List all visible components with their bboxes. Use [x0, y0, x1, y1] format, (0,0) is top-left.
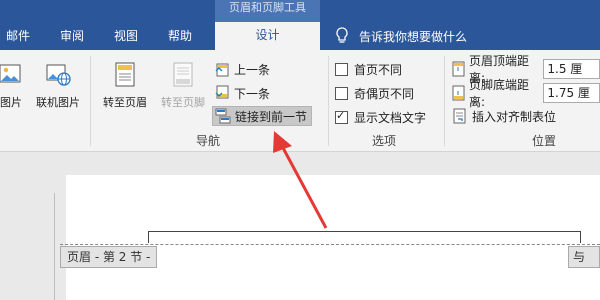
link-to-previous-button[interactable]: 链接到前一节 [212, 106, 313, 126]
footer-position-icon [452, 85, 466, 101]
header-section-tag: 页眉 - 第 2 节 - [60, 246, 158, 268]
tab-review[interactable]: 审阅 [60, 24, 84, 48]
tell-me-search[interactable]: 告诉我你想要做什么 [335, 24, 467, 48]
goto-footer-button[interactable]: 转至页脚 [156, 60, 210, 110]
previous-icon [214, 61, 230, 77]
header-footer-tools-label: 页眉和页脚工具 [215, 0, 320, 22]
picture-label: 图片 [0, 96, 22, 109]
footer-bottom-distance-input[interactable]: 1.75 厘 [543, 83, 600, 103]
group-separator [90, 56, 91, 146]
previous-label: 上一条 [234, 62, 271, 77]
document-page[interactable] [66, 175, 600, 300]
picture-button[interactable]: 图片 [0, 60, 26, 110]
footer-bottom-distance-row: 页脚底端距离: 1.75 厘 [452, 78, 600, 109]
header-position-icon [452, 61, 466, 77]
different-odd-even-checkbox[interactable]: 奇偶页不同 [335, 84, 414, 102]
goto-header-label: 转至页眉 [103, 96, 147, 109]
insert-alignment-tab-label: 插入对齐制表位 [472, 109, 557, 124]
show-document-text-checkbox[interactable]: 显示文档文字 [335, 108, 426, 126]
different-odd-even-box[interactable] [335, 86, 348, 100]
goto-header-button[interactable]: 转至页眉 [96, 60, 154, 110]
different-first-page-box[interactable] [335, 62, 348, 76]
insert-alignment-tab-button[interactable]: 插入对齐制表位 [452, 106, 556, 126]
picture-icon [0, 60, 24, 88]
tab-mailings[interactable]: 邮件 [6, 24, 30, 48]
header-border-line [148, 231, 580, 232]
options-group-label: 选项 [372, 134, 397, 148]
online-picture-icon [45, 60, 71, 88]
position-group-label: 位置 [532, 134, 557, 148]
online-picture-label: 联机图片 [36, 96, 80, 109]
group-separator [328, 56, 329, 146]
link-to-previous-label: 链接到前一节 [235, 109, 308, 124]
show-document-text-box[interactable] [335, 109, 348, 124]
header-border-corner-right [580, 231, 581, 243]
goto-footer-label: 转至页脚 [161, 96, 205, 109]
different-odd-even-label: 奇偶页不同 [354, 86, 415, 101]
lightbulb-icon [335, 27, 349, 45]
next-icon [214, 85, 230, 101]
online-picture-button[interactable]: 联机图片 [30, 60, 86, 110]
navigation-group-label: 导航 [196, 134, 221, 148]
different-first-page-checkbox[interactable]: 首页不同 [335, 60, 402, 78]
show-document-text-label: 显示文档文字 [354, 110, 427, 125]
alignment-tab-icon [452, 108, 468, 124]
next-button[interactable]: 下一条 [214, 83, 270, 103]
tell-me-text: 告诉我你想要做什么 [359, 29, 468, 44]
next-label: 下一条 [234, 86, 271, 101]
title-bar: 页眉和页脚工具 邮件 审阅 视图 帮助 设计 告诉我你想要做什么 [0, 0, 600, 50]
same-as-previous-tag: 与上 [568, 246, 600, 268]
different-first-page-label: 首页不同 [354, 62, 403, 77]
header-top-distance-input[interactable]: 1.5 厘 [543, 59, 600, 79]
link-to-previous-icon [215, 108, 231, 124]
header-boundary-dashed-line [60, 244, 600, 245]
tab-view[interactable]: 视图 [114, 24, 138, 48]
goto-footer-icon [170, 60, 196, 88]
tab-design[interactable]: 设计 [215, 22, 320, 50]
header-border-corner-left [148, 231, 149, 243]
goto-header-icon [112, 60, 138, 88]
document-area: 页眉 - 第 2 节 - 与上 [0, 153, 600, 300]
footer-bottom-distance-label: 页脚底端距离: [469, 78, 530, 109]
ribbon: 图片 联机图片 转至页眉 转至页脚 上一条 下一条 链接到前一节 导航 首页不同… [0, 50, 600, 152]
group-separator [444, 56, 445, 146]
tab-help[interactable]: 帮助 [168, 24, 192, 48]
previous-button[interactable]: 上一条 [214, 59, 270, 79]
page-shadow-edge [54, 193, 55, 300]
